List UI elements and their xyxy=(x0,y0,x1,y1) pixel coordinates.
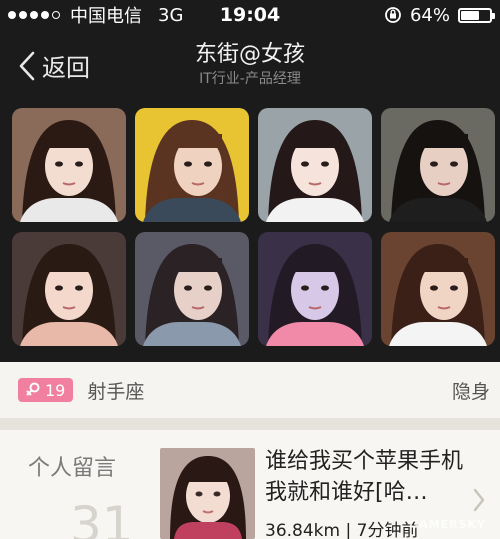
photo-gallery xyxy=(12,108,495,346)
portrait-image xyxy=(258,232,372,346)
distance: 36.84km xyxy=(265,521,341,539)
age-value: 19 xyxy=(45,380,66,400)
message-count: 31 xyxy=(70,496,134,539)
portrait-image xyxy=(381,108,495,222)
message-section-label: 个人留言 xyxy=(28,456,117,481)
stealth-button[interactable]: 隐身 xyxy=(452,377,490,404)
female-icon xyxy=(26,382,40,396)
section-divider xyxy=(0,418,500,430)
gallery-photo-2[interactable] xyxy=(135,108,249,222)
gallery-photo-5[interactable] xyxy=(12,232,126,346)
portrait-thumbnail-image xyxy=(160,448,255,539)
portrait-image xyxy=(135,232,249,346)
page-title: 东街@女孩 xyxy=(194,42,305,67)
profile-info-row: 19 射手座 隐身 xyxy=(0,362,500,418)
gallery-photo-7[interactable] xyxy=(258,232,372,346)
nav-bar: 返回 东街@女孩 IT行业-产品经理 xyxy=(0,30,500,100)
zodiac-sign: 射手座 xyxy=(87,380,145,403)
portrait-image xyxy=(12,232,126,346)
page-subtitle: IT行业-产品经理 xyxy=(199,71,301,87)
portrait-image xyxy=(135,108,249,222)
battery-icon xyxy=(458,7,495,23)
portrait-image xyxy=(258,108,372,222)
battery-level-fill xyxy=(461,10,479,20)
gallery-photo-8[interactable] xyxy=(381,232,495,346)
personal-message-row[interactable]: 个人留言 31 谁给我买个苹果手机我就和谁好[哈… 36.84km | 7分钟前… xyxy=(0,430,500,539)
battery-group: 64% xyxy=(384,4,495,26)
age-badge: 19 xyxy=(18,378,74,402)
gallery-photo-6[interactable] xyxy=(135,232,249,346)
message-thumbnail xyxy=(160,448,255,539)
orientation-lock-icon xyxy=(385,7,401,23)
gallery-photo-3[interactable] xyxy=(258,108,372,222)
portrait-image xyxy=(12,108,126,222)
meta-separator: | xyxy=(345,521,352,539)
status-bar: 中国电信 3G 19:04 64% xyxy=(0,0,500,30)
gallery-photo-1[interactable] xyxy=(12,108,126,222)
portrait-image xyxy=(381,232,495,346)
message-title: 谁给我买个苹果手机我就和谁好[哈… xyxy=(265,449,464,505)
watermark: GAMERSKY xyxy=(409,518,486,531)
battery-percent: 64% xyxy=(409,4,450,26)
chevron-right-icon xyxy=(473,488,485,512)
gallery-photo-4[interactable] xyxy=(381,108,495,222)
message-meta: 36.84km | 7分钟前 xyxy=(265,516,418,539)
